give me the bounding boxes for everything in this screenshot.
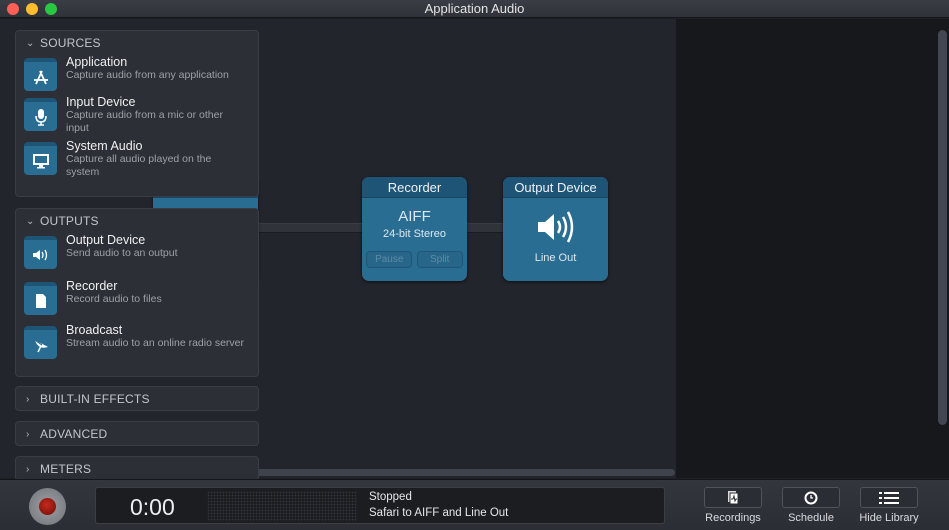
satellite-dish-icon [24,326,57,359]
library-item-broadcast[interactable]: Broadcast Stream audio to an online radio… [16,323,258,359]
speaker-icon [536,208,576,246]
record-icon [39,498,56,515]
meters-panel[interactable]: › METERS [15,456,259,481]
library-sidebar [676,19,949,478]
status-text: Stopped [369,491,412,503]
transport-bar: 0:00 Stopped Safari to AIFF and Line Out… [0,479,949,530]
advanced-panel[interactable]: › ADVANCED [15,421,259,446]
chevron-right-icon: › [26,393,30,405]
title-bar: Application Audio [0,0,949,18]
outputs-header[interactable]: ⌄ OUTPUTS [16,209,258,233]
chevron-right-icon: › [26,463,30,475]
library-item-system-audio[interactable]: System Audio Capture all audio played on … [16,139,258,179]
record-button[interactable] [29,488,66,525]
node-header: Recorder [362,177,467,198]
hide-library-button[interactable] [860,487,918,508]
node-recorder[interactable]: Recorder AIFF 24-bit Stereo Pause Split [362,177,467,281]
close-button[interactable] [7,3,19,15]
library-item-input-device[interactable]: Input Device Capture audio from a mic or … [16,95,258,135]
sources-header[interactable]: ⌄ SOURCES [16,31,258,55]
connection-wire [466,223,504,233]
minimize-button[interactable] [26,3,38,15]
window-title: Application Audio [424,1,525,16]
outputs-panel: ⌄ OUTPUTS Output Device Send audio to an o… [15,208,259,377]
chevron-down-icon: ⌄ [26,215,35,227]
recorder-format: AIFF [398,208,431,225]
recorder-detail: 24-bit Stereo [383,228,446,240]
route-text: Safari to AIFF and Line Out [369,507,509,519]
app-store-icon [24,58,57,91]
connection-wire [257,223,363,233]
list-icon [879,491,899,504]
recordings-label: Recordings [705,512,761,524]
library-item-output-device[interactable]: Output Device Send audio to an output [16,233,258,269]
zoom-button[interactable] [45,3,57,15]
document-icon [24,282,57,315]
chevron-down-icon: ⌄ [26,37,35,49]
node-output-device[interactable]: Output Device Line Out [503,177,608,281]
library-item-recorder[interactable]: Recorder Record audio to files [16,279,258,315]
level-meter [207,491,357,522]
node-header: Output Device [503,177,608,198]
clock-icon [804,491,818,504]
library-item-application[interactable]: Application Capture audio from any applic… [16,55,258,91]
speaker-icon [24,236,57,269]
node-label: Line Out [534,252,577,264]
elapsed-time: 0:00 [130,494,175,520]
monitor-icon [24,142,57,175]
schedule-button[interactable] [782,487,840,508]
pause-button[interactable]: Pause [366,251,413,268]
built-in-effects-panel[interactable]: › BUILT-IN EFFECTS [15,386,259,411]
recordings-button[interactable] [704,487,762,508]
microphone-icon [24,98,57,131]
schedule-label: Schedule [788,512,834,524]
vertical-scrollbar[interactable] [938,30,947,425]
chevron-right-icon: › [26,428,30,440]
hide-library-label: Hide Library [859,512,919,524]
recordings-icon [728,490,739,504]
split-button[interactable]: Split [416,251,463,268]
status-display: 0:00 Stopped Safari to AIFF and Line Out [95,487,665,524]
sources-panel: ⌄ SOURCES Application Capture audio from a… [15,30,259,197]
